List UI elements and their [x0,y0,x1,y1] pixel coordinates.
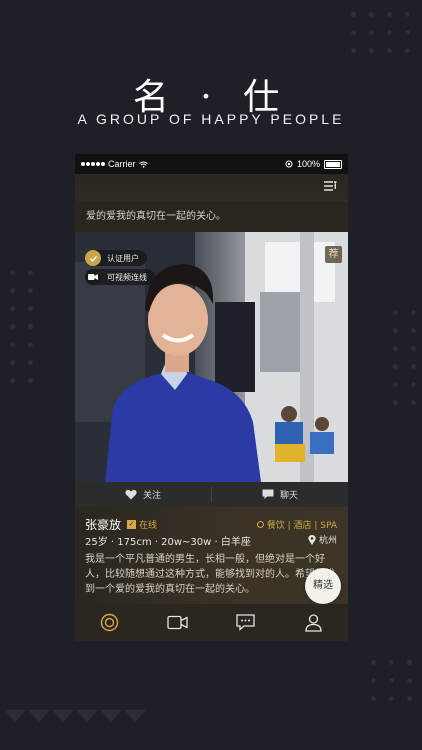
online-status: ✓ 在线 [127,518,157,531]
battery-percent: 100% [296,159,320,169]
previous-card[interactable]: 爱的爱我的真切在一起的关心。 [75,202,348,228]
tab-profile[interactable] [280,604,348,641]
video-label: 可视频连线 [107,272,147,282]
phone-screen: Carrier 100% 爱的爱我的真切在一起的关心。 认证用户 可视频连线 荐… [75,154,348,641]
city-label: 杭州 [318,536,337,546]
tab-home[interactable] [75,604,143,641]
wifi-icon [138,161,148,168]
card-action-bar: 关注 聊天 [75,482,348,507]
signal-icon [81,162,105,166]
interest-tags: 餐饮 | 酒店 | SPA [256,518,337,531]
recommend-tag: 荐 [325,246,342,263]
profile-photo[interactable]: 认证用户 可视频连线 荐 [75,232,348,482]
previous-card-bio: 爱的爱我的真切在一起的关心。 [86,211,226,222]
decor-dots [393,310,416,405]
featured-button[interactable]: 精选 [305,568,341,604]
promo-subtitle: A GROUP OF HAPPY PEOPLE [77,111,345,127]
location-pin-icon [308,534,316,545]
lock-rotation-icon [285,160,293,168]
video-badge: 可视频连线 [85,269,155,285]
status-bar: Carrier 100% [75,154,348,174]
user-details: 25岁 · 175cm · 20w~30w · 白羊座 [85,537,251,548]
decor-dots [351,12,410,53]
verified-label: 认证用户 [107,253,139,263]
chat-label: 聊天 [279,491,298,501]
decor-triangles [4,710,146,722]
tab-messages[interactable] [212,604,280,641]
heart-icon [125,489,137,500]
chat-button[interactable]: 聊天 [212,482,348,507]
decor-dots [371,660,412,701]
video-camera-icon [85,269,101,285]
user-name: 张豪放 [85,518,122,532]
filter-icon[interactable] [323,180,338,192]
online-label: 在线 [139,521,158,531]
interest-tags-text: 餐饮 | 酒店 | SPA [266,521,337,531]
location: 杭州 [308,533,337,546]
online-icon: ✓ [127,520,136,529]
decor-dots [10,270,33,383]
profile-icon [305,613,323,632]
follow-label: 关注 [142,491,161,501]
tag-dot-icon [256,521,264,528]
check-icon [85,250,101,266]
user-bio: 我是一个平凡普通的男生，长相一般，但绝对是一个好人，比较随想通过这种方式，能够找… [85,554,335,595]
chat-bubble-icon [262,489,274,499]
nav-bar [75,174,348,202]
tab-bar [75,604,348,641]
follow-button[interactable]: 关注 [75,482,211,507]
home-icon [100,613,118,632]
tab-video[interactable] [143,604,211,641]
verified-badge: 认证用户 [85,250,147,266]
carrier-label: Carrier [108,159,136,169]
message-icon [236,614,255,631]
battery-icon [324,159,342,169]
video-icon [167,615,188,630]
